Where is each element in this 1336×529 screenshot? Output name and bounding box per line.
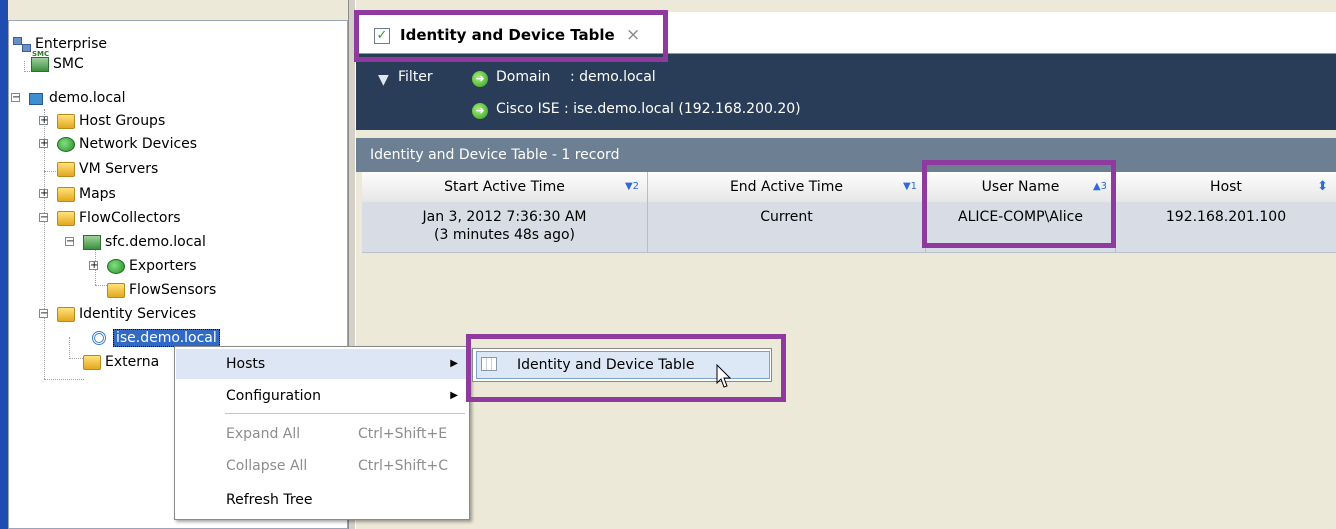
tree-item-external[interactable]: Externa [83, 351, 159, 373]
window-left-edge [0, 0, 8, 529]
table-row[interactable]: Jan 3, 2012 7:36:30 AM (3 minutes 48s ag… [362, 202, 1336, 253]
tree-line [95, 285, 107, 286]
exporters-icon [107, 258, 125, 274]
annotation-highlight-submenu [466, 334, 786, 402]
cell-host: 192.168.201.100 [1165, 209, 1287, 225]
flow-collector-server-icon [83, 234, 101, 250]
expand-icon[interactable]: + [39, 116, 48, 126]
sort-both-icon: ⬍ [1317, 179, 1328, 194]
expand-icon[interactable]: + [39, 139, 48, 149]
shortcut-label: Ctrl+Shift+E [358, 426, 448, 442]
context-menu: Hosts ▶ Configuration ▶ Expand All Ctrl+… [174, 346, 470, 520]
green-arrow-icon: ➜ [472, 103, 488, 119]
column-header-start-active-time[interactable]: Start Active Time ▼2 [362, 172, 648, 202]
collapse-icon[interactable]: − [65, 237, 74, 247]
collapse-icon[interactable]: − [11, 93, 20, 103]
identity-services-folder-icon [57, 306, 75, 322]
domain-value: : demo.local [570, 69, 656, 85]
sort-desc-icon: ▼1 [902, 181, 917, 192]
tree-item-sfc-demo-local[interactable]: sfc.demo.local [83, 231, 206, 253]
menu-separator [225, 413, 465, 414]
submenu-arrow-icon: ▶ [450, 390, 458, 401]
tree-line [44, 379, 84, 380]
filter-bar: ▼ Filter ➜ Domain : demo.local ➜ Cisco I… [356, 54, 1336, 130]
host-groups-folder-icon [57, 113, 75, 129]
collapse-icon[interactable]: − [39, 213, 48, 223]
tree-item-enterprise[interactable]: Enterprise [13, 33, 107, 55]
ise-spiral-icon [91, 330, 109, 346]
table-header: Start Active Time ▼2 End Active Time ▼1 … [362, 172, 1336, 203]
annotation-highlight-user-name [922, 160, 1116, 248]
tree-line [44, 109, 45, 379]
ise-filter-text: Cisco ISE : ise.demo.local (192.168.200.… [496, 101, 801, 117]
annotation-highlight-tab [354, 10, 668, 62]
green-arrow-icon: ➜ [472, 71, 488, 87]
flowcollectors-folder-icon [57, 210, 75, 226]
sort-desc-icon: ▼2 [624, 181, 639, 192]
external-folder-icon [83, 354, 101, 370]
network-devices-icon [57, 136, 75, 152]
menu-item-refresh-tree[interactable]: Refresh Tree [176, 485, 468, 515]
tree-item-smc[interactable]: SMC SMC [31, 50, 84, 75]
filter-icon[interactable]: ▼ [378, 72, 392, 88]
tree-line [69, 337, 70, 359]
menu-item-expand-all[interactable]: Expand All Ctrl+Shift+E [176, 419, 468, 449]
flowsensors-folder-icon [107, 282, 125, 298]
tree-item-flowcollectors[interactable]: FlowCollectors [57, 207, 181, 229]
enterprise-icon [13, 36, 31, 52]
vm-servers-folder-icon [57, 161, 75, 177]
tree-item-host-groups[interactable]: Host Groups [57, 110, 165, 132]
tree-item-demo-local[interactable]: demo.local [27, 87, 126, 109]
table-caption: Identity and Device Table - 1 record [356, 138, 1336, 172]
domain-key: Domain [496, 69, 551, 85]
top-strip [8, 0, 1336, 12]
tree-item-maps[interactable]: Maps [57, 183, 116, 205]
tree-item-vm-servers[interactable]: VM Servers [57, 158, 158, 180]
submenu-arrow-icon: ▶ [450, 358, 458, 369]
domain-icon [27, 91, 45, 106]
expand-icon[interactable]: + [89, 261, 98, 271]
cell-end-active-time: Current [648, 202, 926, 252]
filter-label[interactable]: Filter [398, 69, 433, 85]
tree-item-exporters[interactable]: Exporters [107, 255, 197, 277]
menu-item-configuration[interactable]: Configuration ▶ [176, 381, 468, 411]
expand-icon[interactable]: + [39, 189, 48, 199]
menu-item-hosts[interactable]: Hosts ▶ [176, 349, 468, 379]
tree-item-network-devices[interactable]: Network Devices [57, 133, 197, 155]
cell-start-active-time: Jan 3, 2012 7:36:30 AM (3 minutes 48s ag… [362, 202, 648, 252]
column-header-host[interactable]: Host ⬍ [1116, 172, 1336, 202]
smc-server-icon: SMC [31, 50, 49, 72]
tree-item-identity-services[interactable]: Identity Services [57, 303, 196, 325]
shortcut-label: Ctrl+Shift+C [358, 458, 448, 474]
tree-item-flowsensors[interactable]: FlowSensors [107, 279, 216, 301]
maps-folder-icon [57, 186, 75, 202]
column-header-end-active-time[interactable]: End Active Time ▼1 [648, 172, 926, 202]
collapse-icon[interactable]: − [39, 309, 48, 319]
menu-item-collapse-all[interactable]: Collapse All Ctrl+Shift+C [176, 451, 468, 481]
